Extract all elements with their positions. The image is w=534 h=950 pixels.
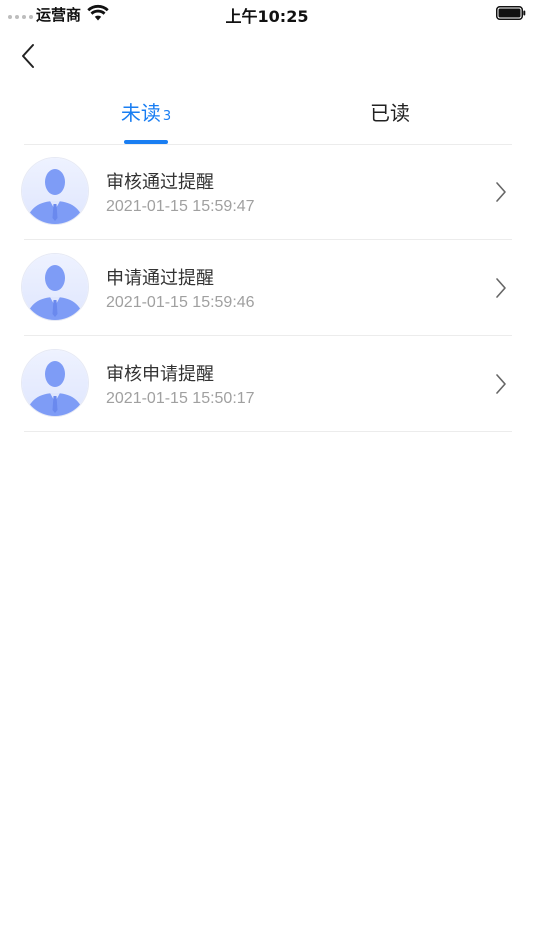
unread-count-badge: 3 bbox=[162, 109, 172, 124]
message-item[interactable]: 申请通过提醒 2021-01-15 15:59:46 bbox=[22, 240, 512, 336]
tab-unread-label: 未读 bbox=[120, 101, 161, 125]
chevron-right-icon bbox=[496, 182, 506, 202]
user-avatar-icon bbox=[22, 158, 88, 224]
message-list: 审核通过提醒 2021-01-15 15:59:47 申请通过提醒 2021-0… bbox=[22, 144, 512, 432]
message-time: 2021-01-15 15:50:17 bbox=[106, 390, 255, 407]
chevron-right-icon bbox=[496, 374, 506, 394]
tab-read-label: 已读 bbox=[370, 101, 410, 125]
status-bar: 运营商 上午10:25 bbox=[0, 0, 534, 28]
chevron-right-icon bbox=[496, 278, 506, 298]
message-title: 审核申请提醒 bbox=[106, 364, 214, 385]
tab-bar: 未读 3 已读 bbox=[24, 90, 512, 145]
message-time: 2021-01-15 15:59:47 bbox=[106, 198, 255, 215]
message-time: 2021-01-15 15:59:46 bbox=[106, 294, 255, 311]
back-button[interactable] bbox=[10, 38, 46, 74]
message-title: 申请通过提醒 bbox=[106, 268, 214, 289]
message-item[interactable]: 审核通过提醒 2021-01-15 15:59:47 bbox=[22, 144, 512, 240]
message-title: 审核通过提醒 bbox=[106, 172, 214, 193]
message-item[interactable]: 审核申请提醒 2021-01-15 15:50:17 bbox=[22, 336, 512, 432]
chevron-left-icon bbox=[22, 44, 34, 68]
status-time: 上午10:25 bbox=[225, 7, 309, 26]
user-avatar-icon bbox=[22, 254, 88, 320]
battery-icon bbox=[496, 6, 526, 20]
tab-read[interactable]: 已读 bbox=[268, 90, 512, 144]
tab-unread[interactable]: 未读 3 bbox=[24, 90, 268, 144]
user-avatar-icon bbox=[22, 350, 88, 416]
